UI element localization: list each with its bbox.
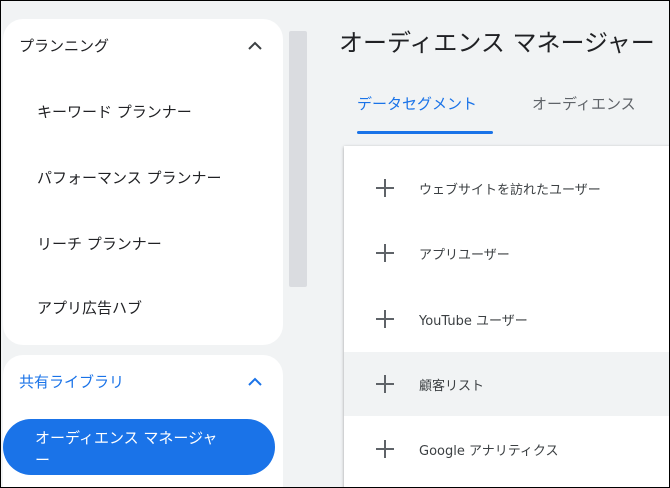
chevron-up-icon[interactable] — [243, 33, 267, 57]
tab-data-segments[interactable]: データセグメント — [357, 93, 477, 114]
sidebar-item-label: オーディエンス マネージャ — [35, 429, 218, 447]
segment-option-customer-list[interactable]: 顧客リスト — [344, 352, 669, 416]
sidebar-item-performance-planner[interactable]: パフォーマンス プランナー — [37, 167, 221, 188]
shared-library-section: 共有ライブラリ オーディエンス マネージャ ー — [3, 355, 283, 487]
segment-type-menu: ウェブサイトを訪れたユーザー アプリユーザー YouTube ユーザー 顧客リス… — [344, 146, 669, 487]
segment-option-app-users[interactable]: アプリユーザー — [344, 221, 669, 285]
sidebar-item-audience-manager[interactable]: オーディエンス マネージャ ー — [3, 419, 275, 475]
chevron-up-icon[interactable] — [243, 369, 267, 393]
shared-library-header[interactable]: 共有ライブラリ — [19, 361, 267, 401]
planning-section: プランニング キーワード プランナー パフォーマンス プランナー リーチ プラン… — [3, 19, 283, 345]
segment-option-google-analytics[interactable]: Google アナリティクス — [344, 417, 669, 481]
app-frame: プランニング キーワード プランナー パフォーマンス プランナー リーチ プラン… — [0, 0, 670, 488]
active-tab-indicator — [357, 131, 493, 134]
sidebar-item-reach-planner[interactable]: リーチ プランナー — [37, 233, 162, 254]
segment-option-website-visitors[interactable]: ウェブサイトを訪れたユーザー — [344, 156, 669, 220]
sidebar-item-label-wrap: ー — [35, 451, 51, 469]
page-title: オーディエンス マネージャー — [339, 29, 655, 57]
sidebar-item-keyword-planner[interactable]: キーワード プランナー — [37, 101, 192, 122]
plus-icon — [376, 179, 394, 197]
segment-option-label: 顧客リスト — [419, 378, 485, 394]
sidebar-scrollbar-thumb[interactable] — [289, 31, 307, 287]
tab-bar: データセグメント オーディエンス — [339, 87, 669, 135]
plus-icon — [376, 310, 394, 328]
shared-library-title: 共有ライブラリ — [19, 372, 125, 391]
planning-header[interactable]: プランニング — [19, 25, 267, 65]
segment-option-label: アプリユーザー — [419, 247, 510, 263]
tab-audiences[interactable]: オーディエンス — [532, 93, 636, 114]
segment-option-youtube-users[interactable]: YouTube ユーザー — [344, 287, 669, 351]
plus-icon — [376, 244, 394, 262]
sidebar-item-app-ad-hub[interactable]: アプリ広告ハブ — [37, 297, 142, 318]
segment-option-label: ウェブサイトを訪れたユーザー — [419, 182, 601, 198]
plus-icon — [376, 375, 394, 393]
segment-option-label: YouTube ユーザー — [419, 313, 528, 329]
segment-option-label: Google アナリティクス — [419, 443, 559, 459]
planning-title: プランニング — [19, 36, 110, 55]
plus-icon — [376, 440, 394, 458]
